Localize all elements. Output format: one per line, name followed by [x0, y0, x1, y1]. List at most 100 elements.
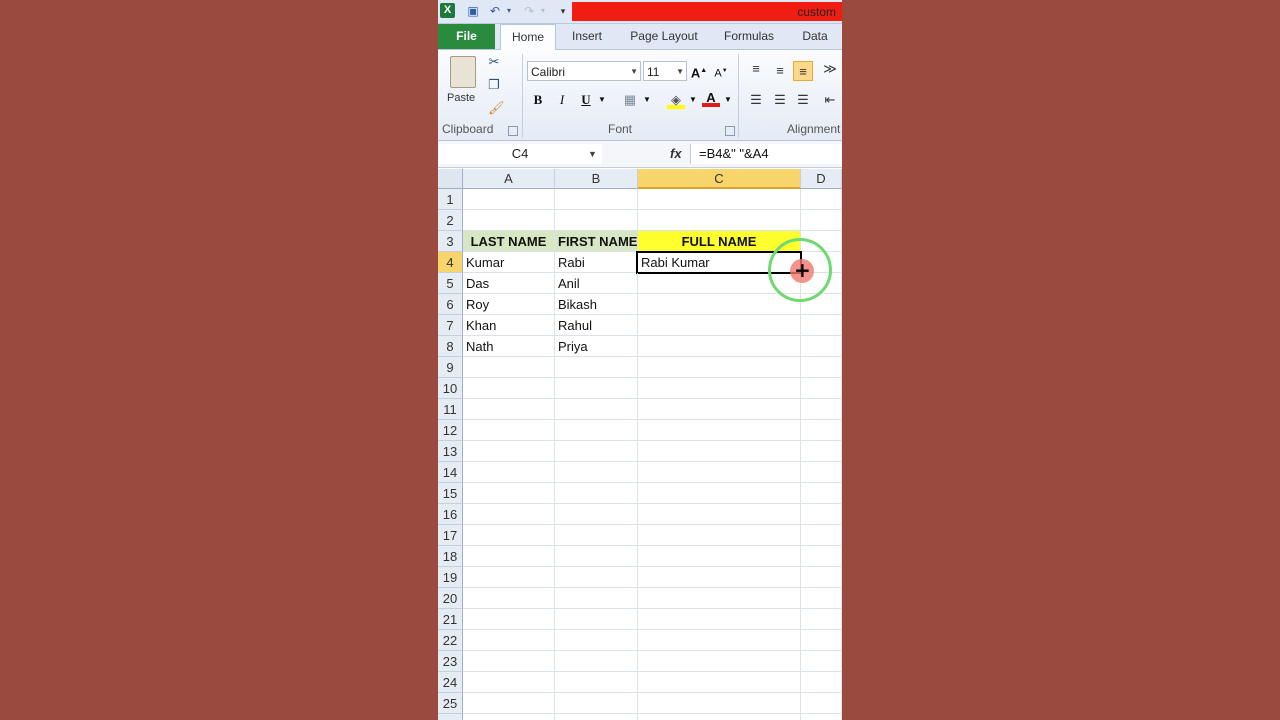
- row-header-8[interactable]: 8: [438, 336, 463, 357]
- grid-cell[interactable]: [463, 588, 555, 609]
- grid-cell[interactable]: [638, 546, 801, 567]
- cell-a5[interactable]: Das: [463, 273, 555, 294]
- grid-cell[interactable]: [801, 651, 842, 672]
- redo-dropdown-icon[interactable]: ▾: [536, 4, 550, 18]
- row-header-5[interactable]: 5: [438, 273, 463, 294]
- grid-cell[interactable]: [801, 525, 842, 546]
- save-icon[interactable]: ▣: [466, 4, 480, 18]
- cell-b7[interactable]: Rahul: [555, 315, 638, 336]
- grid-cell[interactable]: [801, 399, 842, 420]
- underline-dropdown-icon[interactable]: ▼: [593, 91, 611, 109]
- grid-cell[interactable]: [801, 693, 842, 714]
- row-header-18[interactable]: 18: [438, 546, 463, 567]
- grid-cell[interactable]: [463, 462, 555, 483]
- grid-cell[interactable]: [555, 399, 638, 420]
- grid-cell[interactable]: [463, 420, 555, 441]
- grid-cell[interactable]: [555, 672, 638, 693]
- grid-cell[interactable]: [801, 504, 842, 525]
- orientation-icon[interactable]: ≫: [820, 59, 840, 79]
- grid-cell[interactable]: [638, 336, 801, 357]
- copy-icon[interactable]: ❐: [486, 77, 502, 93]
- grid-cell[interactable]: [555, 504, 638, 525]
- grid-cell[interactable]: [555, 420, 638, 441]
- grid-cell[interactable]: [463, 525, 555, 546]
- italic-button[interactable]: I: [553, 91, 571, 109]
- grid-cell[interactable]: [463, 483, 555, 504]
- align-bottom-icon[interactable]: ≡: [793, 61, 813, 81]
- tab-page-layout[interactable]: Page Layout: [624, 24, 704, 49]
- row-header-14[interactable]: 14: [438, 462, 463, 483]
- grid-cell[interactable]: [638, 189, 801, 210]
- decrease-indent-icon[interactable]: ⇤: [820, 90, 840, 110]
- cell-a8[interactable]: Nath: [463, 336, 555, 357]
- row-header-11[interactable]: 11: [438, 399, 463, 420]
- grid-cell[interactable]: [638, 483, 801, 504]
- row-header-7[interactable]: 7: [438, 315, 463, 336]
- grid-cell[interactable]: [555, 567, 638, 588]
- grid-cell[interactable]: [555, 483, 638, 504]
- clipboard-launcher-icon[interactable]: [508, 126, 518, 136]
- row-header-1[interactable]: 1: [438, 189, 463, 210]
- row-header-12[interactable]: 12: [438, 420, 463, 441]
- row-header-9[interactable]: 9: [438, 357, 463, 378]
- grid-cell[interactable]: [463, 378, 555, 399]
- column-header-c[interactable]: C: [638, 169, 801, 189]
- tab-home[interactable]: Home: [500, 24, 556, 50]
- grid-cell[interactable]: [801, 378, 842, 399]
- grid-cell[interactable]: [638, 651, 801, 672]
- grid-cell[interactable]: [638, 378, 801, 399]
- row-header-6[interactable]: 6: [438, 294, 463, 315]
- grid-cell[interactable]: [638, 714, 801, 720]
- grid-cell[interactable]: [555, 546, 638, 567]
- cell-b4[interactable]: Rabi: [555, 252, 638, 273]
- row-header-10[interactable]: 10: [438, 378, 463, 399]
- cut-icon[interactable]: ✂: [486, 54, 502, 70]
- align-left-icon[interactable]: ☰: [746, 90, 766, 110]
- customize-toolbar-icon[interactable]: ▾: [556, 4, 570, 18]
- grid-cell[interactable]: [555, 189, 638, 210]
- fill-color-dropdown-icon[interactable]: ▼: [684, 91, 702, 109]
- grid-cell[interactable]: [801, 672, 842, 693]
- format-painter-icon[interactable]: 🖌: [488, 100, 505, 116]
- grid-cell[interactable]: [638, 399, 801, 420]
- grid-cell[interactable]: [463, 546, 555, 567]
- grid-cell[interactable]: [555, 525, 638, 546]
- tab-formulas[interactable]: Formulas: [718, 24, 780, 49]
- grid-cell[interactable]: [801, 630, 842, 651]
- grid-cell[interactable]: [463, 357, 555, 378]
- grid-cell[interactable]: [638, 609, 801, 630]
- tab-file[interactable]: File: [438, 24, 495, 49]
- grid-cell[interactable]: [801, 462, 842, 483]
- grid-cell[interactable]: [463, 651, 555, 672]
- grid-cell[interactable]: [801, 483, 842, 504]
- grid-cell[interactable]: [555, 651, 638, 672]
- grid-cell[interactable]: [555, 609, 638, 630]
- row-header-16[interactable]: 16: [438, 504, 463, 525]
- column-header-a[interactable]: A: [463, 169, 555, 189]
- column-header-d[interactable]: D: [801, 169, 842, 189]
- grid-cell[interactable]: [801, 420, 842, 441]
- grid-cell[interactable]: [638, 504, 801, 525]
- grid-cell[interactable]: [555, 630, 638, 651]
- grid-cell[interactable]: [801, 441, 842, 462]
- grid-cell[interactable]: [555, 210, 638, 231]
- row-header-15[interactable]: 15: [438, 483, 463, 504]
- row-header-13[interactable]: 13: [438, 441, 463, 462]
- cell-a7[interactable]: Khan: [463, 315, 555, 336]
- select-all-corner[interactable]: [438, 169, 463, 189]
- cell-b5[interactable]: Anil: [555, 273, 638, 294]
- cell-b3[interactable]: FIRST NAME: [555, 231, 638, 252]
- grid-cell[interactable]: [555, 378, 638, 399]
- cell-b6[interactable]: Bikash: [555, 294, 638, 315]
- grid-cell[interactable]: [801, 357, 842, 378]
- grid-cell[interactable]: [463, 504, 555, 525]
- font-color-icon[interactable]: A: [702, 89, 720, 107]
- grid-cell[interactable]: [801, 609, 842, 630]
- grid-cell[interactable]: [463, 189, 555, 210]
- undo-dropdown-icon[interactable]: ▾: [502, 4, 516, 18]
- grid-cell[interactable]: [801, 714, 842, 720]
- grid-cell[interactable]: [555, 693, 638, 714]
- cell-b8[interactable]: Priya: [555, 336, 638, 357]
- fill-color-icon[interactable]: ◈: [667, 91, 685, 109]
- tab-data[interactable]: Data: [794, 24, 836, 49]
